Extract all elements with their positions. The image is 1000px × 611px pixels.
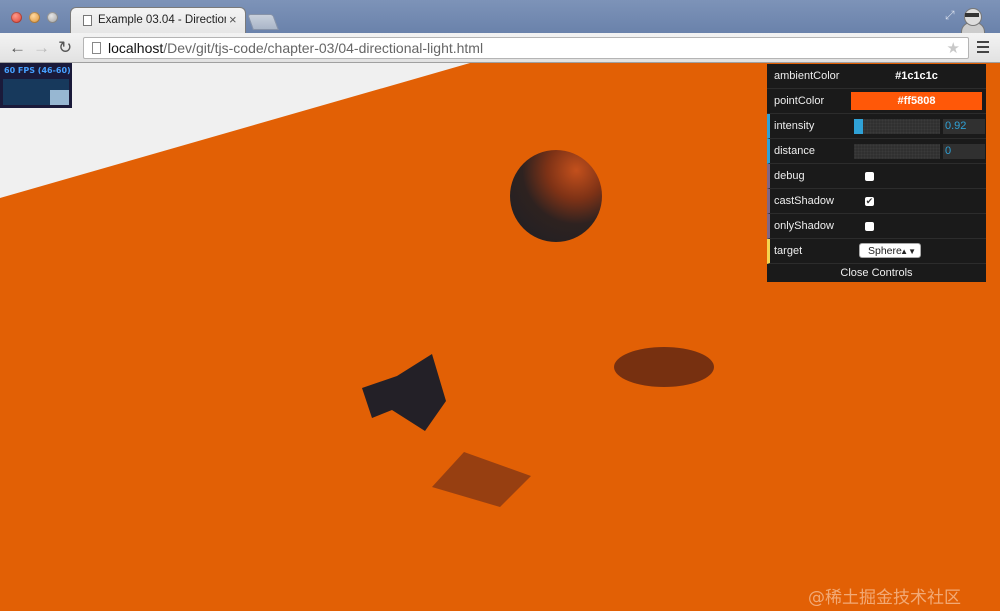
url-host: localhost — [108, 40, 164, 56]
hamburger-menu-icon[interactable] — [977, 41, 989, 56]
intensity-input[interactable]: 0.92 — [943, 119, 985, 134]
page-icon — [92, 42, 101, 54]
incognito-avatar-icon — [958, 4, 986, 34]
browser-toolbar: ← → ↻ localhost/Dev/git/tjs-code/chapter… — [0, 33, 1000, 63]
control-intensity: intensity 0.92 — [767, 114, 986, 139]
target-select[interactable]: Sphere ▲▼ — [859, 243, 921, 258]
control-label: target — [774, 245, 803, 257]
reload-icon[interactable]: ↻ — [58, 38, 72, 58]
window-minimize-button[interactable] — [29, 12, 40, 23]
control-pointcolor: pointColor #ff5808 — [767, 89, 986, 114]
select-arrows-icon: ▲▼ — [900, 247, 916, 256]
fps-graph-bar — [50, 90, 69, 105]
new-tab-button[interactable] — [247, 14, 279, 30]
control-label: castShadow — [774, 195, 834, 207]
distance-input[interactable]: 0 — [943, 144, 985, 159]
ambient-color-input[interactable]: #1c1c1c — [851, 67, 982, 85]
window-zoom-button[interactable] — [47, 12, 58, 23]
url-text[interactable]: localhost/Dev/git/tjs-code/chapter-03/04… — [108, 40, 483, 56]
control-label: intensity — [774, 120, 815, 132]
bookmark-star-icon[interactable]: ★ — [947, 39, 960, 57]
tab-title: Example 03.04 - Directional light — [98, 14, 226, 26]
control-distance: distance 0 — [767, 139, 986, 164]
fullscreen-icon[interactable]: ⤢ — [945, 8, 955, 23]
intensity-slider[interactable] — [854, 119, 940, 134]
castshadow-checkbox[interactable]: ✔ — [865, 197, 874, 206]
control-castshadow: castShadow ✔ — [767, 189, 986, 214]
address-bar[interactable]: localhost/Dev/git/tjs-code/chapter-03/04… — [83, 37, 969, 59]
intensity-slider-fill — [854, 119, 863, 134]
back-arrow-icon[interactable]: ← — [9, 38, 26, 58]
control-debug: debug — [767, 164, 986, 189]
onlyshadow-checkbox[interactable] — [865, 222, 874, 231]
control-label: onlyShadow — [774, 220, 834, 232]
tab-active[interactable]: Example 03.04 - Directional light × — [70, 7, 246, 33]
control-label: debug — [774, 170, 805, 182]
controls-panel: ambientColor #1c1c1c pointColor #ff5808 … — [767, 64, 986, 282]
watermark: @稀土掘金技术社区 — [808, 588, 961, 608]
distance-slider[interactable] — [854, 144, 940, 159]
control-label: distance — [774, 145, 815, 157]
tab-close-icon[interactable]: × — [229, 12, 237, 27]
sphere-shadow — [614, 347, 714, 387]
close-controls-button[interactable]: Close Controls — [767, 264, 986, 282]
target-select-value: Sphere — [868, 245, 902, 257]
debug-checkbox[interactable] — [865, 172, 874, 181]
sphere-mesh — [510, 150, 602, 242]
control-label: pointColor — [774, 95, 825, 107]
page-icon — [83, 15, 92, 26]
control-ambientcolor: ambientColor #1c1c1c — [767, 64, 986, 89]
url-path: /Dev/git/tjs-code/chapter-03/04-directio… — [163, 40, 484, 56]
forward-arrow-icon[interactable]: → — [33, 38, 50, 58]
window-close-button[interactable] — [11, 12, 22, 23]
control-label: ambientColor — [774, 70, 840, 82]
control-target: target Sphere ▲▼ — [767, 239, 986, 264]
fps-stats-panel[interactable]: 60 FPS (46-60) — [0, 63, 72, 108]
tab-strip: Example 03.04 - Directional light × ⤢ — [0, 0, 1000, 34]
fps-readout: 60 FPS (46-60) — [4, 66, 71, 75]
point-color-input[interactable]: #ff5808 — [851, 92, 982, 110]
control-onlyshadow: onlyShadow — [767, 214, 986, 239]
